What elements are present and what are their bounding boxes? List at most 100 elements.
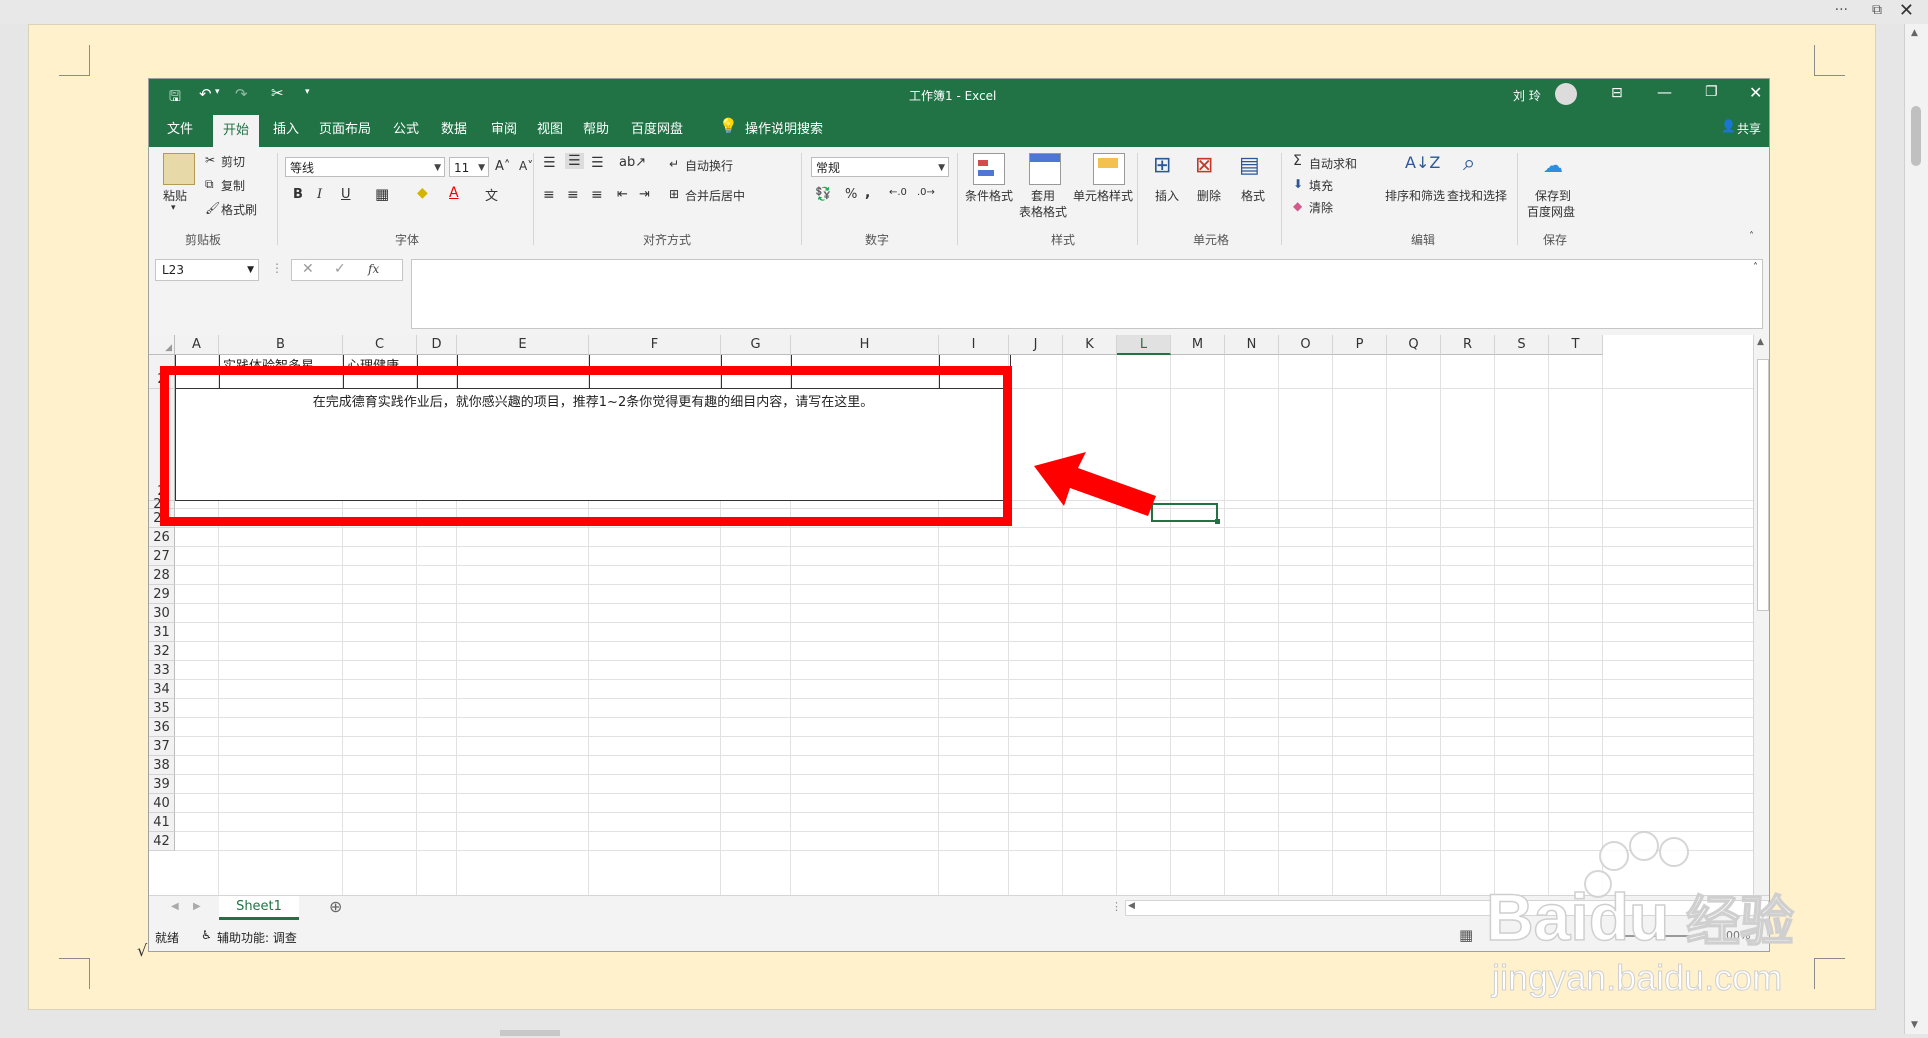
- collapse-formula-bar-icon[interactable]: ˄: [1753, 262, 1758, 273]
- paste-dropdown-icon[interactable]: ▾: [171, 203, 176, 213]
- close-window-icon[interactable]: ✕: [1899, 0, 1914, 21]
- shrink-font-icon[interactable]: A˅: [519, 159, 533, 173]
- row-header[interactable]: 29: [149, 585, 175, 604]
- grow-font-icon[interactable]: A˄: [495, 159, 510, 174]
- format-as-table-line1[interactable]: 套用: [1031, 187, 1055, 204]
- save-icon[interactable]: 🖫: [169, 86, 181, 110]
- row-header[interactable]: 34: [149, 680, 175, 699]
- ribbon-display-icon[interactable]: ⊟: [1611, 85, 1623, 101]
- middle-align-icon[interactable]: ☰: [565, 153, 584, 169]
- row-header[interactable]: 35: [149, 699, 175, 718]
- tab-view[interactable]: 视图: [537, 118, 563, 137]
- autosum-button[interactable]: 自动求和: [1309, 155, 1357, 172]
- decrease-indent-icon[interactable]: ⇤: [617, 187, 628, 202]
- minimize-icon[interactable]: —: [1657, 83, 1672, 101]
- row-header[interactable]: 40: [149, 794, 175, 813]
- tab-baidu-netdisk[interactable]: 百度网盘: [631, 118, 683, 137]
- format-cells-icon[interactable]: ▤: [1239, 153, 1260, 178]
- eraser-icon[interactable]: ◆: [1293, 199, 1302, 213]
- column-header-h[interactable]: H: [791, 335, 939, 355]
- row-header[interactable]: 38: [149, 756, 175, 775]
- close-icon[interactable]: ✕: [1749, 83, 1762, 102]
- wrap-text-button[interactable]: 自动换行: [685, 157, 733, 174]
- row-header[interactable]: 42: [149, 832, 175, 851]
- confirm-icon[interactable]: ✓: [334, 261, 346, 277]
- maximize-icon[interactable]: ❐: [1705, 84, 1718, 100]
- column-header-l[interactable]: L: [1117, 335, 1171, 355]
- copy-button[interactable]: 复制: [221, 177, 245, 194]
- align-center-icon[interactable]: ≡: [567, 187, 579, 203]
- format-as-table-icon[interactable]: [1029, 153, 1061, 185]
- accessibility-status[interactable]: 辅助功能: 调查: [217, 929, 297, 946]
- share-button[interactable]: 共享: [1737, 120, 1761, 137]
- tab-file[interactable]: 文件: [167, 118, 193, 137]
- row-header[interactable]: 28: [149, 566, 175, 585]
- merge-center-button[interactable]: 合并后居中: [685, 187, 745, 204]
- delete-cells-icon[interactable]: ⊠: [1195, 153, 1213, 178]
- insert-cells-icon[interactable]: ⊞: [1153, 153, 1171, 178]
- tab-page-layout[interactable]: 页面布局: [319, 118, 371, 137]
- paste-button[interactable]: 粘贴: [163, 187, 187, 204]
- scrollbar-thumb[interactable]: [1757, 359, 1769, 611]
- underline-button[interactable]: U: [341, 187, 351, 202]
- italic-button[interactable]: I: [317, 187, 322, 202]
- decrease-decimal-icon[interactable]: .0→: [917, 187, 935, 198]
- cut-icon[interactable]: ✂: [205, 153, 215, 167]
- column-header-p[interactable]: P: [1333, 335, 1387, 355]
- column-header-m[interactable]: M: [1171, 335, 1225, 355]
- row-header[interactable]: 30: [149, 604, 175, 623]
- user-name[interactable]: 刘 玲: [1513, 87, 1541, 104]
- tell-me-search[interactable]: 操作说明搜索: [745, 118, 823, 137]
- merge-center-icon[interactable]: ⊞: [669, 187, 679, 201]
- increase-decimal-icon[interactable]: ←.0: [889, 187, 907, 198]
- phonetic-icon[interactable]: 文: [485, 185, 498, 204]
- align-right-icon[interactable]: ≡: [591, 187, 603, 203]
- scissors-icon[interactable]: ✂: [271, 84, 284, 102]
- redo-icon[interactable]: ↷: [235, 85, 248, 103]
- tab-help[interactable]: 帮助: [583, 118, 609, 137]
- paste-icon[interactable]: [163, 153, 195, 185]
- tab-formulas[interactable]: 公式: [393, 118, 419, 137]
- align-left-icon[interactable]: ≡: [543, 187, 555, 203]
- sheet-vertical-scrollbar[interactable]: ▲: [1753, 335, 1769, 895]
- add-sheet-icon[interactable]: ⊕: [329, 897, 342, 916]
- fill-color-icon[interactable]: ◆: [417, 185, 428, 201]
- cell-styles-button[interactable]: 单元格样式: [1073, 187, 1133, 204]
- copy-icon[interactable]: ⧉: [205, 177, 214, 192]
- format-painter-icon[interactable]: 🖌: [205, 201, 220, 215]
- tab-data[interactable]: 数据: [441, 118, 467, 137]
- scroll-down-icon[interactable]: ▼: [1911, 1020, 1918, 1030]
- column-header-o[interactable]: O: [1279, 335, 1333, 355]
- viewer-horizontal-scrollbar[interactable]: [0, 1028, 1904, 1038]
- save-to-netdisk-line2[interactable]: 百度网盘: [1527, 203, 1575, 220]
- column-header-b[interactable]: B: [219, 335, 343, 355]
- row-header[interactable]: 27: [149, 547, 175, 566]
- viewer-vertical-scrollbar[interactable]: ▲ ▼: [1904, 24, 1928, 1034]
- restore-window-icon[interactable]: ⧉: [1872, 2, 1882, 18]
- conditional-formatting-icon[interactable]: [973, 153, 1005, 185]
- column-header-i[interactable]: I: [939, 335, 1009, 355]
- selected-cell-l23[interactable]: [1151, 503, 1220, 524]
- more-icon[interactable]: ···: [1835, 2, 1848, 18]
- column-header-n[interactable]: N: [1225, 335, 1279, 355]
- column-header-a[interactable]: A: [175, 335, 219, 355]
- row-header[interactable]: 33: [149, 661, 175, 680]
- prev-sheet-icon[interactable]: ◀: [171, 901, 179, 912]
- top-align-icon[interactable]: ☰: [543, 155, 556, 171]
- fill-handle[interactable]: [1215, 519, 1220, 524]
- normal-view-icon[interactable]: ▦: [1459, 926, 1473, 944]
- scrollbar-thumb[interactable]: [500, 1030, 560, 1036]
- magnifier-icon[interactable]: ⌕: [1463, 151, 1475, 176]
- undo-dropdown-icon[interactable]: ▾: [215, 87, 220, 97]
- column-header-j[interactable]: J: [1009, 335, 1063, 355]
- conditional-formatting-button[interactable]: 条件格式: [965, 187, 1013, 204]
- row-header[interactable]: 26: [149, 528, 175, 547]
- borders-icon[interactable]: ▦: [375, 185, 389, 203]
- find-select-button[interactable]: 查找和选择: [1447, 187, 1507, 204]
- accounting-icon[interactable]: 💱: [815, 187, 831, 202]
- number-format-combo[interactable]: 常规 ▼: [811, 157, 949, 177]
- scroll-up-icon[interactable]: ▲: [1757, 337, 1764, 347]
- save-to-netdisk-line1[interactable]: 保存到: [1535, 187, 1571, 204]
- row-header[interactable]: 39: [149, 775, 175, 794]
- column-header-e[interactable]: E: [457, 335, 589, 355]
